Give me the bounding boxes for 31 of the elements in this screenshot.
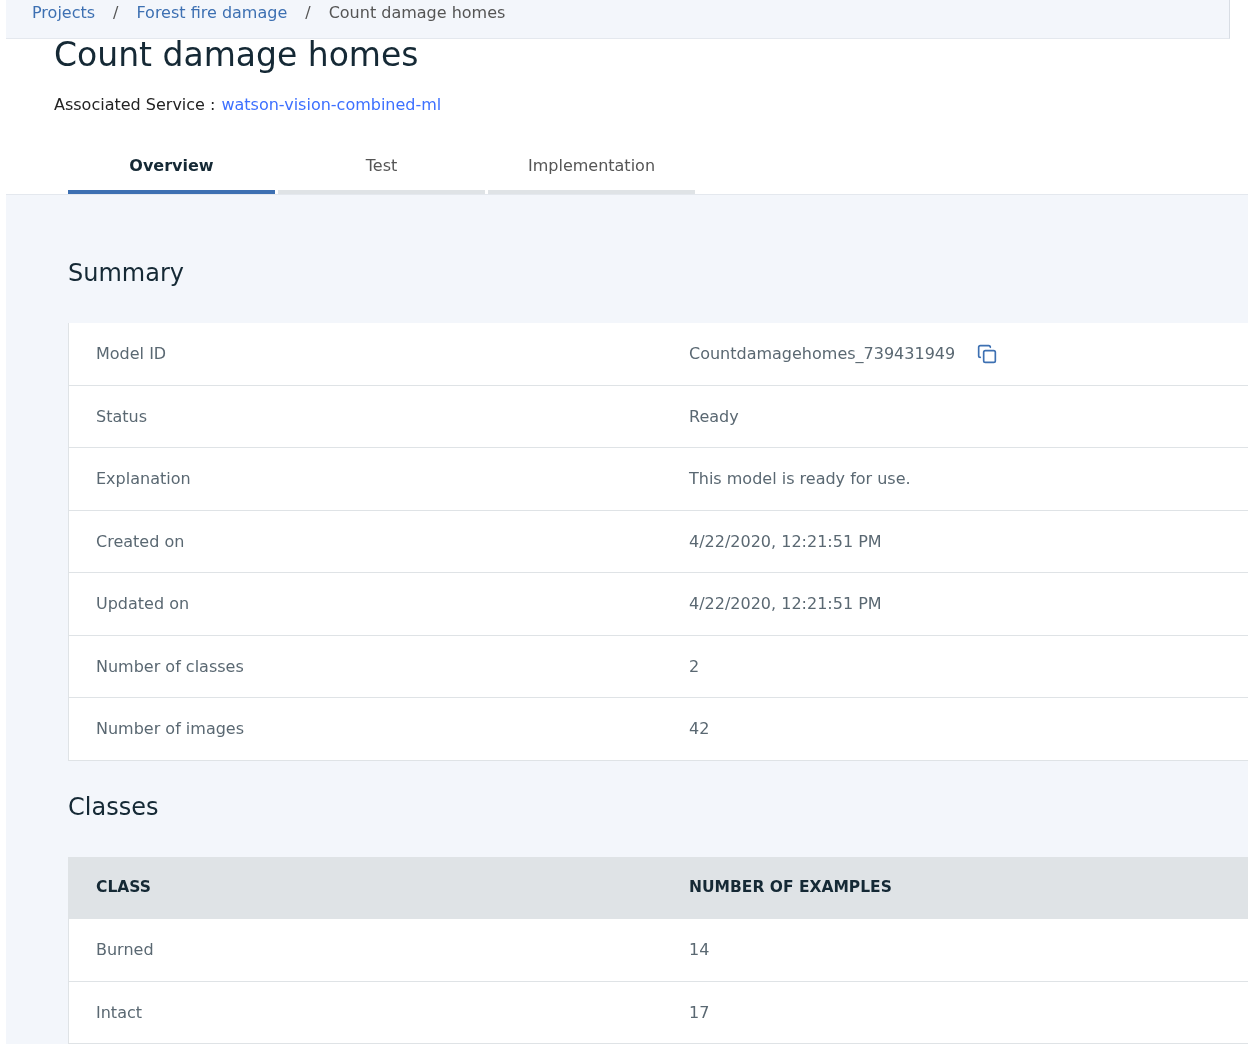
breadcrumb-current: Count damage homes: [328, 2, 506, 22]
table-cell: 4/22/2020, 12:21:51 PM: [689, 531, 882, 551]
table-cell-text: Created on: [95, 531, 186, 551]
copy-icon[interactable]: [977, 343, 998, 364]
table-cell-text: Updated on: [95, 594, 191, 614]
table-cell-text: 17: [688, 1002, 711, 1022]
table-cell-text: Model ID: [95, 344, 168, 364]
table-cell: 4/22/2020, 12:21:51 PM: [689, 594, 882, 614]
table-cell-text: Number of classes: [95, 656, 245, 676]
breadcrumb-link[interactable]: Projects: [32, 2, 96, 22]
breadcrumb-link[interactable]: Forest fire damage: [136, 2, 288, 22]
table-cell-text: Burned: [95, 940, 155, 960]
page-title: Count damage homes: [54, 39, 420, 71]
table-cell: This model is ready for use.: [689, 469, 911, 489]
breadcrumb-separator: /: [305, 2, 311, 22]
table-cell-text: Status: [95, 406, 148, 426]
service-label: Associated Service :: [54, 95, 216, 114]
column-header: NUMBER OF EXAMPLES: [688, 878, 893, 897]
section-title: Classes: [68, 791, 160, 823]
service-link[interactable]: watson-vision-combined-ml: [221, 95, 442, 114]
column-header: CLASS: [95, 878, 152, 897]
table-cell: 42: [689, 719, 710, 739]
table-cell-text: Explanation: [95, 469, 192, 489]
table-cell-text: Number of images: [95, 719, 246, 739]
table-cell: Ready: [689, 406, 739, 426]
table-cell-text: Intact: [95, 1002, 143, 1022]
breadcrumb-separator: /: [113, 2, 119, 22]
table-cell: Countdamagehomes_739431949: [689, 344, 956, 364]
table-cell: 2: [689, 656, 700, 676]
section-title: Summary: [68, 258, 185, 289]
table-cell-text: 14: [688, 940, 711, 960]
